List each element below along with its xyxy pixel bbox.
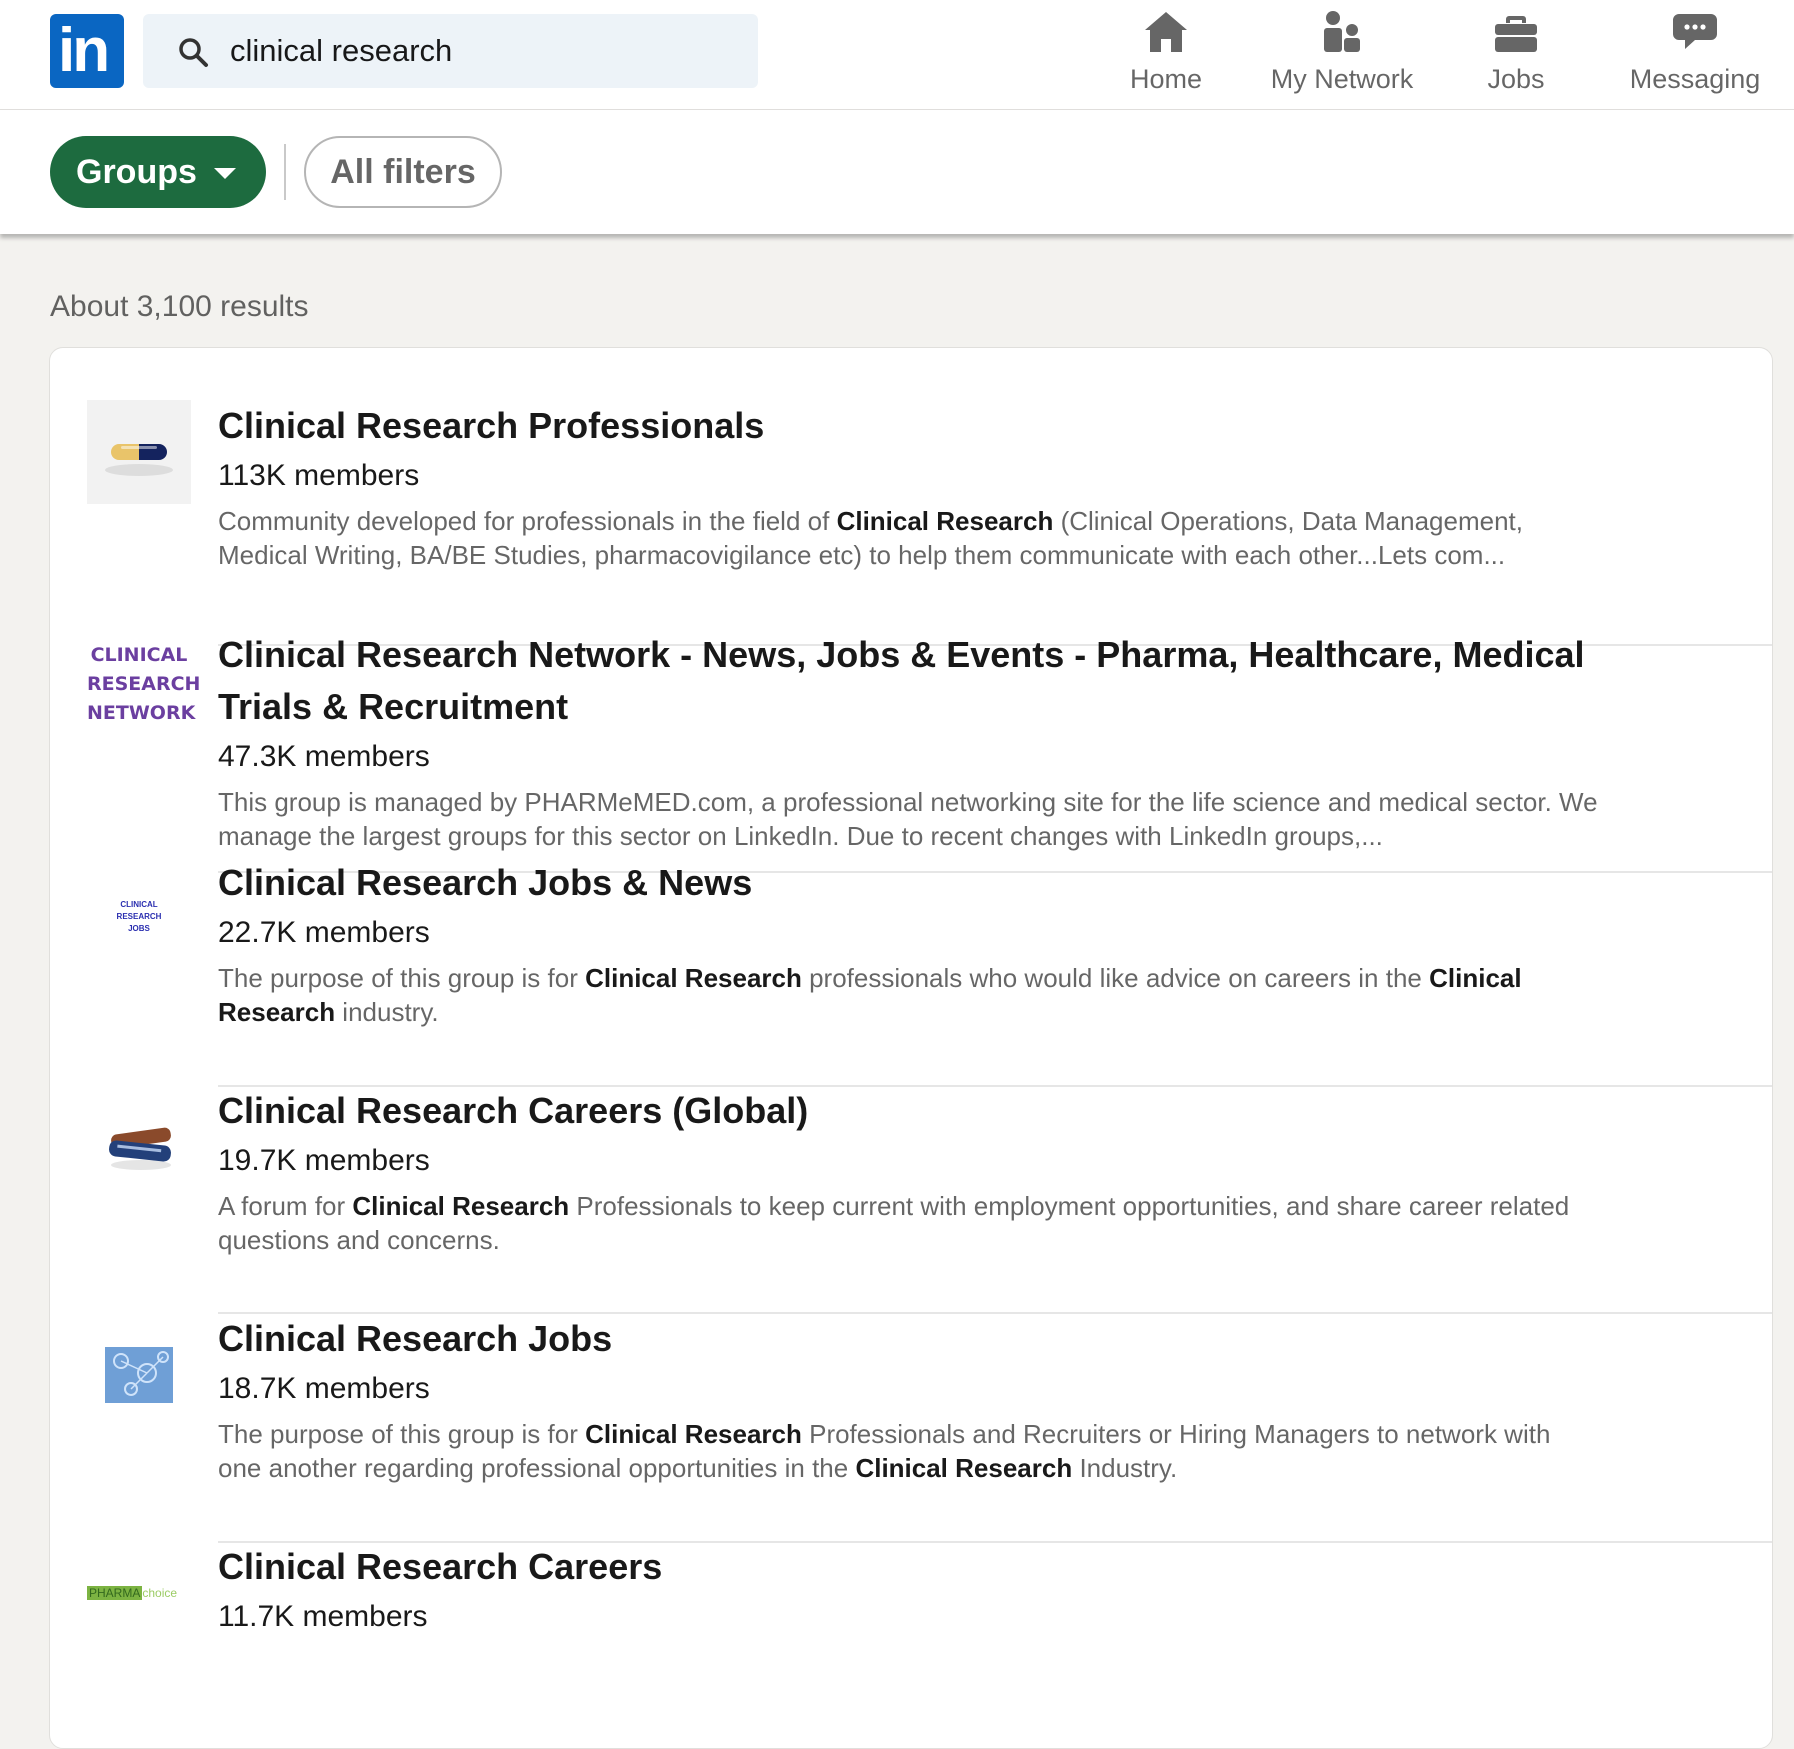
highlighted-keyword: Clinical Research <box>585 1419 802 1449</box>
result-title[interactable]: Clinical Research Professionals <box>218 400 1598 452</box>
search-input[interactable] <box>230 14 730 88</box>
crjn-logo-line: RESEARCH <box>116 912 162 921</box>
pharma-choice-word: PHARMA <box>87 1586 143 1600</box>
messaging-icon <box>1673 14 1717 49</box>
network-icon <box>1324 11 1360 52</box>
description-text: The purpose of this group is for <box>218 1419 586 1449</box>
description-text: industry. <box>335 997 439 1027</box>
nav-my-network-label: My Network <box>1270 64 1414 94</box>
result-members: 22.7K members <box>218 916 430 949</box>
crn-logo-line: CLINICAL <box>90 644 188 666</box>
search-icon <box>179 38 208 67</box>
result-title[interactable]: Clinical Research Careers (Global) <box>218 1085 1598 1137</box>
crn-logo-line: NETWORK <box>87 702 196 724</box>
caret-down-icon <box>214 168 236 179</box>
result-members: 11.7K members <box>218 1600 428 1633</box>
result-description: The purpose of this group is for Clinica… <box>218 1417 1598 1485</box>
description-text: Industry. <box>1072 1453 1178 1483</box>
highlighted-keyword: Clinical Research <box>352 1191 570 1221</box>
search-box[interactable] <box>143 14 758 88</box>
all-filters-label: All filters <box>330 153 476 191</box>
crn-logo-line: RESEARCH <box>87 673 201 695</box>
nav-home[interactable]: Home <box>1100 6 1232 102</box>
description-text: professionals who would like advice on c… <box>801 963 1430 993</box>
nav-messaging-label: Messaging <box>1629 64 1761 94</box>
home-icon <box>1145 12 1187 52</box>
result-description: Community developed for professionals in… <box>218 504 1598 572</box>
result-description: The purpose of this group is for Clinica… <box>218 961 1598 1029</box>
top-navigation-bar: in Home My Network Jobs <box>0 0 1794 110</box>
highlighted-keyword: Clinical Research <box>836 506 1054 536</box>
all-filters-button[interactable]: All filters <box>304 136 502 208</box>
highlighted-keyword: Clinical Research <box>585 963 802 993</box>
result-description: A forum for Clinical Research Profession… <box>218 1189 1598 1257</box>
nav-my-network[interactable]: My Network <box>1262 6 1422 102</box>
crjn-logo-line: CLINICAL <box>120 900 158 909</box>
result-title[interactable]: Clinical Research Jobs <box>218 1313 1598 1365</box>
description-text: This group is managed by PHARMeMED.com, … <box>218 787 1598 851</box>
molecule-pattern-logo[interactable] <box>87 1329 191 1433</box>
groups-filter-button[interactable]: Groups <box>50 136 266 208</box>
briefcase-icon <box>1495 16 1537 52</box>
groups-filter-label: Groups <box>76 153 197 191</box>
crn-logo[interactable]: CLINICAL RESEARCH NETWORK <box>87 641 201 745</box>
pill-capsule-logo[interactable] <box>87 400 191 504</box>
description-text: The purpose of this group is for <box>218 963 586 993</box>
description-text: A forum for <box>218 1191 353 1221</box>
nav-home-label: Home <box>1129 64 1203 94</box>
result-members: 113K members <box>218 459 420 492</box>
result-title[interactable]: Clinical Research Network - News, Jobs &… <box>218 629 1598 733</box>
nav-jobs[interactable]: Jobs <box>1464 6 1568 102</box>
result-members: 18.7K members <box>218 1372 430 1405</box>
filter-divider <box>284 144 286 200</box>
highlighted-keyword: Clinical Research <box>855 1453 1073 1483</box>
result-members: 19.7K members <box>218 1144 430 1177</box>
pill-case-logo[interactable] <box>87 1095 191 1199</box>
crjn-logo[interactable]: CLINICAL RESEARCH JOBS <box>87 877 191 981</box>
results-card: Clinical Research Professionals 113K mem… <box>49 347 1773 1749</box>
crjn-logo-line: JOBS <box>128 924 150 933</box>
result-description: This group is managed by PHARMeMED.com, … <box>218 785 1598 853</box>
result-title[interactable]: Clinical Research Careers <box>218 1541 1598 1593</box>
linkedin-logo[interactable]: in <box>50 14 124 88</box>
pharma-choice-logo[interactable]: PHARMA choice <box>87 1551 191 1635</box>
result-members: 47.3K members <box>218 740 430 773</box>
nav-messaging[interactable]: Messaging <box>1622 6 1768 102</box>
results-count: About 3,100 results <box>50 290 309 323</box>
description-text: Community developed for professionals in… <box>218 506 837 536</box>
filter-bar: Groups All filters <box>0 110 1794 234</box>
nav-jobs-label: Jobs <box>1487 64 1545 94</box>
pharma-choice-word: choice <box>142 1586 178 1600</box>
result-title[interactable]: Clinical Research Jobs & News <box>218 857 1598 909</box>
